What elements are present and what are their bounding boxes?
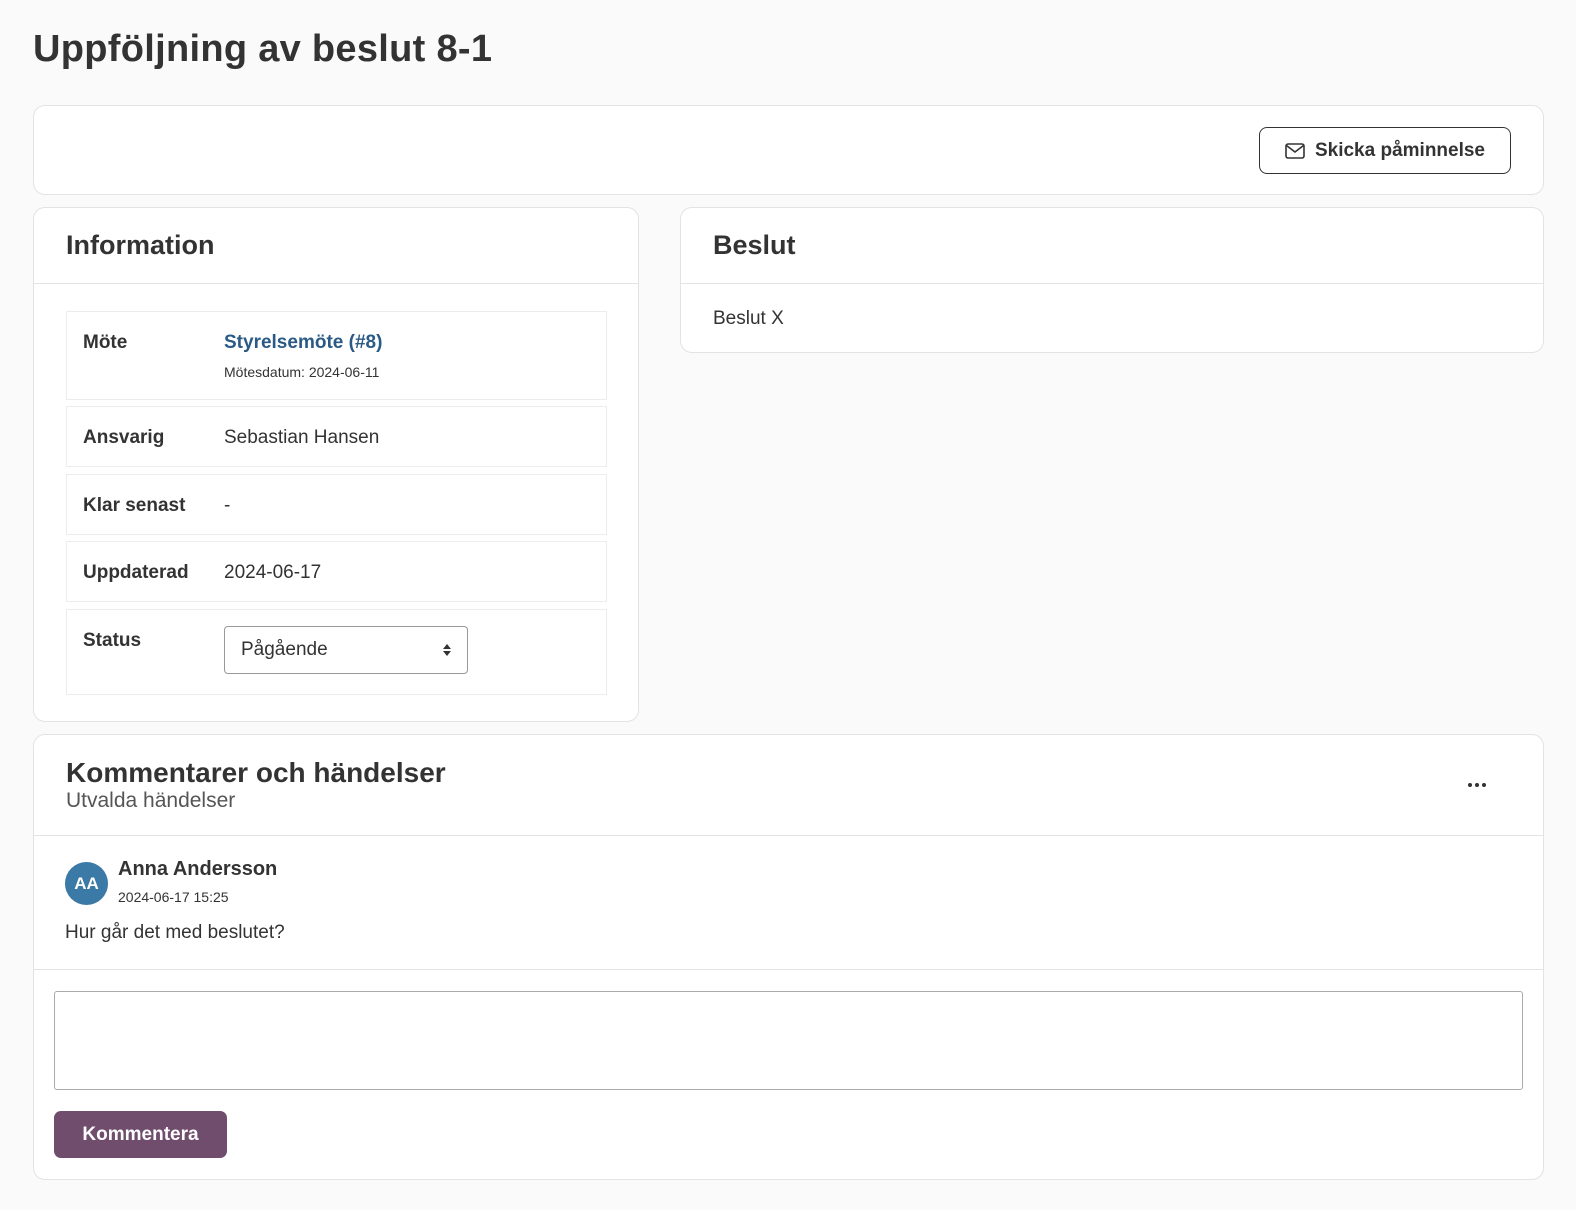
info-row-responsible: Ansvarig Sebastian Hansen [66,406,607,467]
comments-title: Kommentarer och händelser [66,757,446,788]
information-title: Information [34,208,638,284]
select-arrows-icon [443,644,451,656]
comments-header: Kommentarer och händelser Utvalda händel… [34,735,1543,836]
comment-timestamp: 2024-06-17 15:25 [118,889,229,905]
information-card: Information Möte Styrelsemöte (#8) Mötes… [33,207,639,722]
responsible-label: Ansvarig [83,427,165,448]
due-value: - [224,495,231,516]
avatar: AA [65,862,108,905]
more-dot-icon [1475,783,1479,787]
page: Uppföljning av beslut 8-1 Skicka påminne… [0,0,1576,1210]
info-row-status: Status Pågående [66,609,607,695]
decision-card: Beslut Beslut X [680,207,1544,353]
more-dot-icon [1468,783,1472,787]
meeting-label: Möte [83,332,128,353]
decision-text: Beslut X [713,308,784,329]
comments-card: Kommentarer och händelser Utvalda händel… [33,734,1544,1180]
comment-submit-button[interactable]: Kommentera [54,1111,227,1158]
info-row-updated: Uppdaterad 2024-06-17 [66,541,607,602]
comment-text: Hur går det med beslutet? [65,922,285,943]
status-label: Status [83,630,142,651]
more-dot-icon [1482,783,1486,787]
updated-value: 2024-06-17 [224,562,322,583]
status-select[interactable]: Pågående [224,626,468,674]
meeting-link[interactable]: Styrelsemöte (#8) [224,332,382,354]
page-title: Uppföljning av beslut 8-1 [33,28,493,70]
meeting-date: Mötesdatum: 2024-06-11 [224,364,380,380]
responsible-value: Sebastian Hansen [224,427,380,448]
updated-label: Uppdaterad [83,562,189,583]
info-row-due: Klar senast - [66,474,607,535]
comment-author: Anna Andersson [118,858,278,880]
decision-title: Beslut [681,208,1543,284]
envelope-icon [1285,142,1305,159]
comments-subtitle: Utvalda händelser [66,789,236,812]
send-reminder-button[interactable]: Skicka påminnelse [1259,127,1511,174]
send-reminder-label: Skicka påminnelse [1314,139,1486,161]
status-selected-value: Pågående [241,639,328,660]
info-row-meeting: Möte Styrelsemöte (#8) Mötesdatum: 2024-… [66,311,607,400]
due-label: Klar senast [83,495,186,516]
comment-input[interactable] [54,991,1523,1090]
comment-item: AA Anna Andersson 2024-06-17 15:25 Hur g… [34,836,1543,970]
more-options-button[interactable] [1463,773,1491,797]
toolbar-card: Skicka påminnelse [33,105,1544,195]
